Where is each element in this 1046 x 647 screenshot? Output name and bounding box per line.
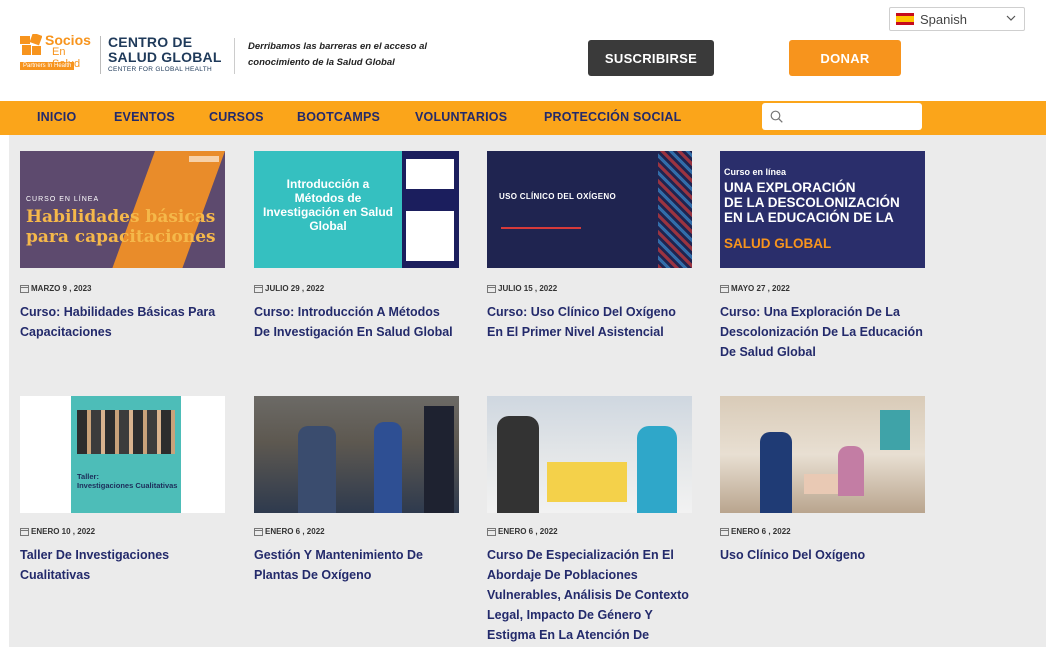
course-date: ENERO 6 , 2022 — [487, 527, 558, 536]
course-date: ENERO 10 , 2022 — [20, 527, 95, 536]
course-title[interactable]: Curso: Habilidades Básicas Para Capacita… — [20, 302, 225, 342]
pih-logo-icon — [20, 34, 42, 55]
centro-line3: CENTER FOR GLOBAL HEALTH — [108, 66, 212, 73]
calendar-icon — [20, 527, 29, 536]
course-title[interactable]: Gestión Y Mantenimiento De Plantas De Ox… — [254, 545, 459, 585]
thumb-title: Taller: Investigaciones Cualitativas — [77, 472, 177, 490]
socios-en-salud-logo[interactable]: Socios En Salud Partners In Health — [20, 32, 96, 74]
course-thumbnail[interactable]: Curso en línea UNA EXPLORACIÓN DE LA DES… — [720, 151, 925, 268]
thumb-small-text: CURSO EN LÍNEA — [26, 196, 100, 203]
language-label: Spanish — [920, 11, 967, 27]
course-photo[interactable] — [720, 396, 925, 513]
course-date-text: ENERO 6 , 2022 — [265, 527, 325, 536]
participants-grid-image — [77, 410, 175, 454]
course-date-text: JULIO 15 , 2022 — [498, 284, 558, 293]
search-input[interactable] — [788, 107, 920, 127]
thumb-title: UNA EXPLORACIÓN DE LA DESCOLONIZACIÓN EN… — [724, 180, 900, 225]
thumb-title-line1: Taller: — [77, 472, 99, 481]
header-divider — [234, 38, 235, 74]
language-selector[interactable]: Spanish — [889, 7, 1025, 31]
chevron-down-icon — [1006, 15, 1016, 21]
tagline: Derribamos las barreras en el acceso al … — [248, 41, 428, 68]
spain-flag-icon — [896, 13, 914, 25]
course-date-text: MAYO 27 , 2022 — [731, 284, 790, 293]
calendar-icon — [20, 284, 29, 293]
centro-line1: CENTRO DE — [108, 34, 193, 50]
calendar-icon — [720, 284, 729, 293]
calendar-icon — [720, 527, 729, 536]
course-photo[interactable] — [487, 396, 692, 513]
course-date-text: ENERO 6 , 2022 — [731, 527, 791, 536]
course-photo[interactable] — [254, 396, 459, 513]
course-date: JULIO 29 , 2022 — [254, 284, 324, 293]
thumb-title-line2: para capacitaciones — [26, 227, 216, 247]
logo-tag: Partners In Health — [20, 62, 75, 70]
donate-button[interactable]: DONAR — [789, 40, 901, 76]
thumb-title: Habilidades básicas para capacitaciones — [26, 207, 216, 247]
nav-item-eventos[interactable]: EVENTOS — [114, 110, 175, 124]
subscribe-button[interactable]: SUSCRIBIRSE — [588, 40, 714, 76]
thumb-title-line3: EN LA EDUCACIÓN DE LA — [724, 210, 894, 225]
nav-item-voluntarios[interactable]: VOLUNTARIOS — [415, 110, 507, 124]
course-thumbnail[interactable]: Introducción a Métodos de Investigación … — [254, 151, 459, 268]
course-thumbnail[interactable]: CURSO EN LÍNEA Habilidades básicas para … — [20, 151, 225, 268]
course-title[interactable]: Curso: Una Exploración De La Descoloniza… — [720, 302, 925, 362]
course-date: ENERO 6 , 2022 — [720, 527, 791, 536]
thumb-title-line1: UNA EXPLORACIÓN — [724, 180, 856, 195]
course-title[interactable]: Taller De Investigaciones Cualitativas — [20, 545, 225, 585]
thumb-title-line2: Investigaciones Cualitativas — [77, 481, 178, 490]
nav-item-cursos[interactable]: CURSOS — [209, 110, 264, 124]
calendar-icon — [254, 527, 263, 536]
thumb-title-line2: DE LA DESCOLONIZACIÓN — [724, 195, 900, 210]
course-date-text: ENERO 6 , 2022 — [498, 527, 558, 536]
calendar-icon — [254, 284, 263, 293]
nav-item-inicio[interactable]: INICIO — [37, 110, 76, 124]
thumb-title-line1: Habilidades básicas — [26, 207, 216, 227]
calendar-icon — [487, 284, 496, 293]
course-thumbnail[interactable]: USO CLÍNICO DEL OXÍGENO — [487, 151, 692, 268]
thumb-title-highlight: SALUD GLOBAL — [724, 236, 832, 251]
centro-line2: SALUD GLOBAL — [108, 49, 222, 65]
course-title[interactable]: Curso: Introducción A Métodos De Investi… — [254, 302, 459, 342]
course-title[interactable]: Curso De Especialización En El Abordaje … — [487, 545, 692, 645]
course-title[interactable]: Uso Clínico Del Oxígeno — [720, 545, 925, 565]
search-icon[interactable] — [770, 110, 783, 123]
course-date-text: JULIO 29 , 2022 — [265, 284, 325, 293]
nav-item-bootcamps[interactable]: BOOTCAMPS — [297, 110, 380, 124]
course-date-text: MARZO 9 , 2023 — [31, 284, 92, 293]
thumb-title: USO CLÍNICO DEL OXÍGENO — [499, 192, 616, 201]
logo-divider — [100, 36, 101, 74]
course-thumbnail[interactable]: Taller: Investigaciones Cualitativas — [20, 396, 225, 513]
course-date-text: ENERO 10 , 2022 — [31, 527, 96, 536]
course-date: ENERO 6 , 2022 — [254, 527, 325, 536]
course-date: MARZO 9 , 2023 — [20, 284, 91, 293]
course-title[interactable]: Curso: Uso Clínico Del Oxígeno En El Pri… — [487, 302, 692, 342]
course-date: JULIO 15 , 2022 — [487, 284, 557, 293]
calendar-icon — [487, 527, 496, 536]
thumb-title: Introducción a Métodos de Investigación … — [262, 177, 394, 233]
nav-item-proteccion-social[interactable]: PROTECCIÓN SOCIAL — [544, 110, 681, 124]
course-grid: CURSO EN LÍNEA Habilidades básicas para … — [9, 135, 1046, 647]
thumb-small-text: Curso en línea — [724, 167, 787, 177]
centro-salud-global-logo[interactable]: CENTRO DE SALUD GLOBAL CENTER FOR GLOBAL… — [108, 34, 222, 74]
course-date: MAYO 27 , 2022 — [720, 284, 790, 293]
search-box — [762, 103, 922, 130]
